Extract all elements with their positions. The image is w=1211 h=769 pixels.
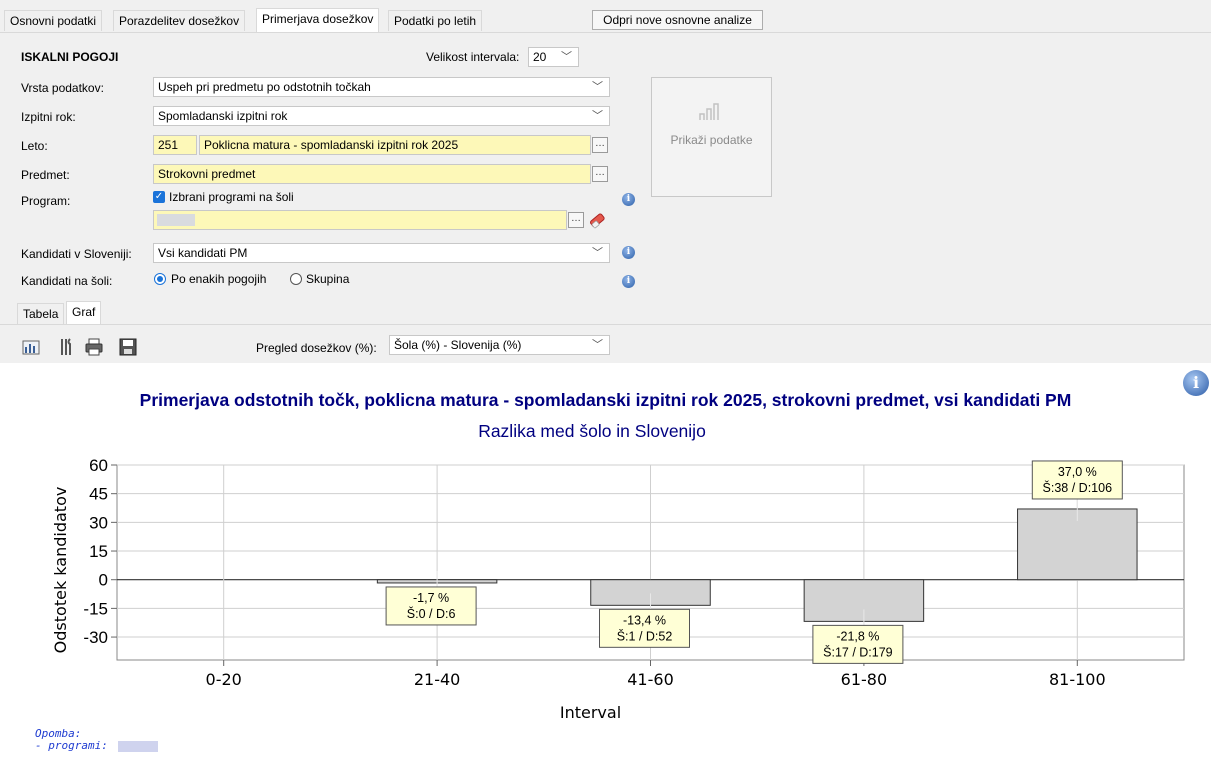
y-tick-label: -15: [83, 599, 108, 618]
candidates-slo-info-icon[interactable]: i: [622, 246, 635, 259]
radio-same-label: Po enakih pogojih: [171, 272, 267, 286]
show-data-button[interactable]: Prikaži podatke: [651, 77, 772, 197]
tab-table[interactable]: Tabela: [17, 303, 65, 324]
subject-label: Predmet:: [21, 168, 70, 182]
radio-group[interactable]: [290, 273, 302, 285]
tab-comparison[interactable]: Primerjava dosežkov: [256, 8, 380, 32]
eraser-icon[interactable]: [587, 212, 607, 229]
tab-distribution[interactable]: Porazdelitev dosežkov: [113, 10, 246, 31]
bar: [590, 579, 711, 606]
chevron-down-icon: ﹀: [561, 51, 572, 63]
callout-box: [1031, 460, 1123, 500]
note-programs: - programi:: [35, 739, 108, 752]
tab-yearly-data[interactable]: Podatki po letih: [388, 10, 483, 31]
year-field[interactable]: Poklicna matura - spomladanski izpitni r…: [199, 135, 591, 155]
count-label: Š:17 / D:179: [823, 644, 893, 659]
x-tick-label: 61-80: [841, 670, 888, 689]
count-label: Š:0 / D:6: [407, 606, 456, 621]
x-axis-title: Interval: [560, 703, 621, 722]
year-code-field[interactable]: 251: [153, 135, 197, 155]
save-icon[interactable]: [118, 337, 138, 357]
year-label: Leto:: [21, 139, 48, 153]
show-data-label: Prikaži podatke: [670, 133, 753, 147]
radio-group-label: Skupina: [306, 272, 350, 286]
callout-box: [385, 586, 477, 626]
x-tick-label: 41-60: [627, 670, 674, 689]
bar: [803, 579, 925, 622]
chevron-down-icon: ﹀: [592, 339, 603, 351]
x-tick-label: 81-100: [1049, 670, 1106, 689]
print-icon[interactable]: [84, 337, 104, 357]
exam-term-select[interactable]: Spomladanski izpitni rok ﹀: [153, 106, 610, 126]
candidates-school-label: Kandidati na šoli:: [21, 274, 113, 288]
candidates-slo-select[interactable]: Vsi kandidati PM ﹀: [153, 243, 610, 263]
chevron-down-icon: ﹀: [592, 247, 603, 259]
bar: [376, 579, 498, 584]
y-tick-label: 30: [89, 513, 108, 532]
callout-box: [599, 608, 690, 648]
view-tab-bar: Tabela Graf: [0, 298, 1211, 325]
radio-same-conditions[interactable]: [154, 273, 166, 285]
candidates-school-info-icon[interactable]: i: [622, 275, 635, 288]
interval-select[interactable]: 20 ﹀: [528, 47, 579, 67]
y-tick-label: 60: [89, 456, 108, 475]
tab-graph[interactable]: Graf: [66, 301, 102, 324]
count-label: Š:38 / D:106: [1043, 480, 1113, 495]
y-tick-label: 45: [89, 485, 108, 504]
overview-select[interactable]: Šola (%) - Slovenija (%) ﹀: [389, 335, 610, 355]
exam-term-label: Izpitni rok:: [21, 110, 76, 124]
program-label: Program:: [21, 194, 71, 208]
data-type-label: Vrsta podatkov:: [21, 81, 104, 95]
chart-type-icon[interactable]: [21, 337, 41, 357]
open-new-analysis-button[interactable]: Odpri nove osnovne analize: [592, 10, 763, 30]
graph-toolbar: Pregled dosežkov (%): Šola (%) - Sloveni…: [0, 325, 1211, 363]
data-type-select[interactable]: Uspeh pri predmetu po odstotnih točkah ﹀: [153, 77, 610, 97]
plot-area: [116, 464, 1185, 661]
settings-tools-icon[interactable]: [57, 337, 77, 357]
subject-browse-button[interactable]: …: [592, 166, 608, 182]
program-browse-button[interactable]: …: [568, 212, 584, 228]
form-header: ISKALNI POGOJI: [21, 50, 119, 64]
subject-field[interactable]: Strokovni predmet: [153, 164, 591, 184]
y-axis-title: Odstotek kandidatov: [51, 487, 70, 654]
x-tick-label: 21-40: [414, 670, 461, 689]
y-tick-label: 0: [99, 571, 108, 590]
program-checkbox-label: Izbrani programi na šoli: [169, 190, 294, 204]
chevron-down-icon: ﹀: [592, 110, 603, 122]
program-field[interactable]: [153, 210, 567, 230]
value-label: -21,8 %: [836, 629, 879, 643]
bar: [1017, 508, 1138, 581]
chart-subtitle: Razlika med šolo in Slovenijo: [478, 421, 706, 441]
interval-label: Velikost intervala:: [426, 50, 520, 64]
redacted-programs: [118, 741, 158, 752]
overview-label: Pregled dosežkov (%):: [256, 341, 377, 355]
year-browse-button[interactable]: …: [592, 137, 608, 153]
x-tick-label: 0-20: [206, 670, 242, 689]
tab-basic-data[interactable]: Osnovni podatki: [4, 10, 103, 31]
program-checkbox[interactable]: ✓: [153, 191, 165, 203]
chevron-down-icon: ﹀: [592, 81, 603, 93]
value-label: 37,0 %: [1058, 465, 1097, 479]
value-label: -1,7 %: [413, 591, 449, 605]
candidates-slo-label: Kandidati v Sloveniji:: [21, 247, 132, 261]
value-label: -13,4 %: [623, 613, 666, 627]
y-tick-label: 15: [89, 542, 108, 561]
chart-icon: [698, 103, 719, 120]
top-tab-bar: Osnovni podatki Porazdelitev dosežkov Pr…: [0, 0, 1211, 33]
count-label: Š:1 / D:52: [617, 628, 673, 643]
callout-box: [812, 624, 904, 664]
y-tick-label: -30: [83, 628, 108, 647]
program-info-icon[interactable]: i: [622, 193, 635, 206]
chart-title: Primerjava odstotnih točk, poklicna matu…: [139, 390, 1072, 410]
redacted-program: [157, 214, 195, 226]
